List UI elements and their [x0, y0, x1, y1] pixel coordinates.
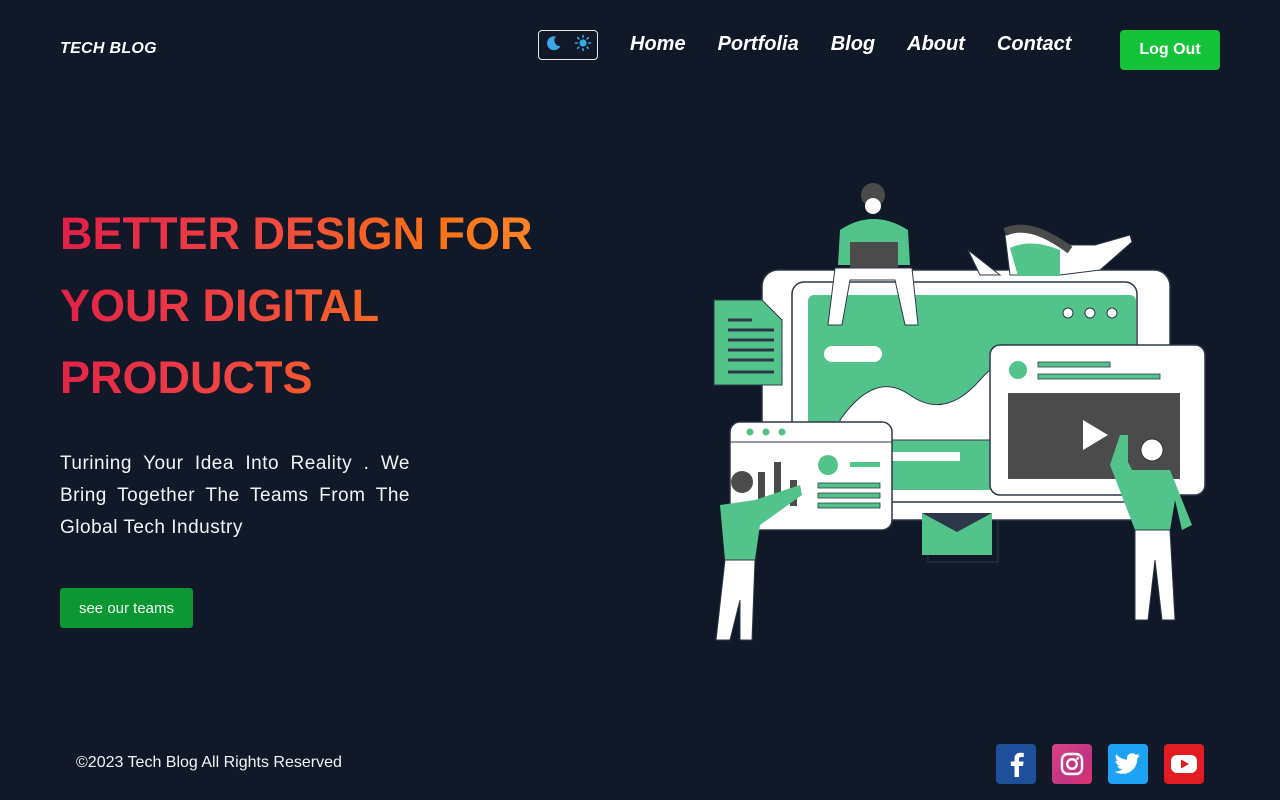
hero-title-line: BETTER DESIGN FOR	[60, 208, 533, 259]
site-header: TECH BLOG Home Portfolia Blog About Cont…	[0, 0, 1280, 100]
moon-icon[interactable]	[545, 34, 563, 57]
main-nav: Home Portfolia Blog About Contact	[630, 33, 1071, 56]
twitter-icon[interactable]	[1108, 744, 1148, 784]
hero-title-line: YOUR DIGITAL	[60, 280, 380, 331]
hero-title-line: PRODUCTS	[60, 352, 313, 403]
instagram-icon[interactable]	[1052, 744, 1092, 784]
brand-logo[interactable]: TECH BLOG	[60, 40, 157, 58]
sun-icon[interactable]	[574, 34, 592, 57]
hero-illustration	[713, 183, 1206, 641]
copyright-text: ©2023 Tech Blog All Rights Reserved	[76, 754, 342, 771]
theme-toggle[interactable]	[538, 30, 598, 60]
youtube-icon[interactable]	[1164, 744, 1204, 784]
nav-link-contact[interactable]: Contact	[997, 33, 1071, 56]
facebook-icon[interactable]	[996, 744, 1036, 784]
logout-button[interactable]: Log Out	[1120, 30, 1220, 70]
nav-link-home[interactable]: Home	[630, 33, 686, 56]
see-our-teams-button[interactable]: see our teams	[60, 588, 193, 628]
social-links	[996, 744, 1204, 784]
nav-link-about[interactable]: About	[907, 33, 965, 56]
hero-title: BETTER DESIGN FOR YOUR DIGITAL PRODUCTS	[60, 198, 580, 414]
nav-link-portfolio[interactable]: Portfolia	[718, 33, 799, 56]
nav-link-blog[interactable]: Blog	[831, 33, 875, 56]
hero-description: Turining Your Idea Into Reality . We Bri…	[60, 453, 410, 538]
